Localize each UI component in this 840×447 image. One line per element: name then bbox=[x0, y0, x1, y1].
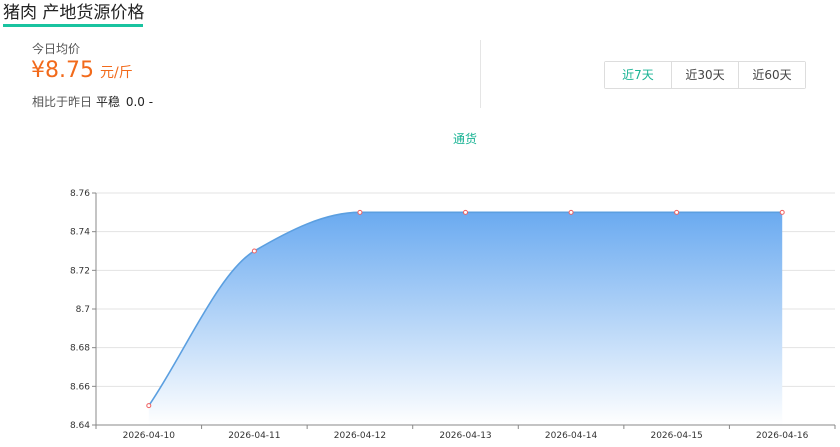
y-tick-label: 8.7 bbox=[76, 305, 90, 315]
y-tick-label: 8.72 bbox=[70, 266, 90, 276]
y-tick-label: 8.76 bbox=[70, 189, 90, 199]
y-tick-label: 8.74 bbox=[70, 228, 90, 238]
y-tick-label: 8.64 bbox=[70, 421, 90, 431]
price-chart: 8.64 8.66 8.68 8.7 8.72 8.74 8.76 2026-04-10 202… bbox=[70, 189, 836, 441]
series-area bbox=[148, 212, 783, 425]
x-tick-label: 2026-04-14 bbox=[545, 431, 598, 441]
data-point bbox=[463, 209, 468, 215]
data-point bbox=[357, 209, 363, 215]
data-point bbox=[568, 209, 574, 215]
y-tick-label: 8.68 bbox=[70, 344, 90, 354]
data-point bbox=[779, 209, 785, 215]
data-point bbox=[146, 403, 152, 409]
x-tick-label: 2026-04-16 bbox=[756, 431, 809, 441]
y-tick-label: 8.66 bbox=[70, 382, 90, 392]
data-point bbox=[251, 248, 257, 254]
x-tick-label: 2026-04-13 bbox=[439, 431, 491, 441]
x-tick-label: 2026-04-10 bbox=[123, 431, 176, 441]
x-tick-label: 2026-04-12 bbox=[334, 431, 386, 441]
x-tick-label: 2026-04-15 bbox=[650, 431, 702, 441]
data-point bbox=[674, 209, 680, 215]
x-tick-label: 2026-04-11 bbox=[228, 431, 280, 441]
